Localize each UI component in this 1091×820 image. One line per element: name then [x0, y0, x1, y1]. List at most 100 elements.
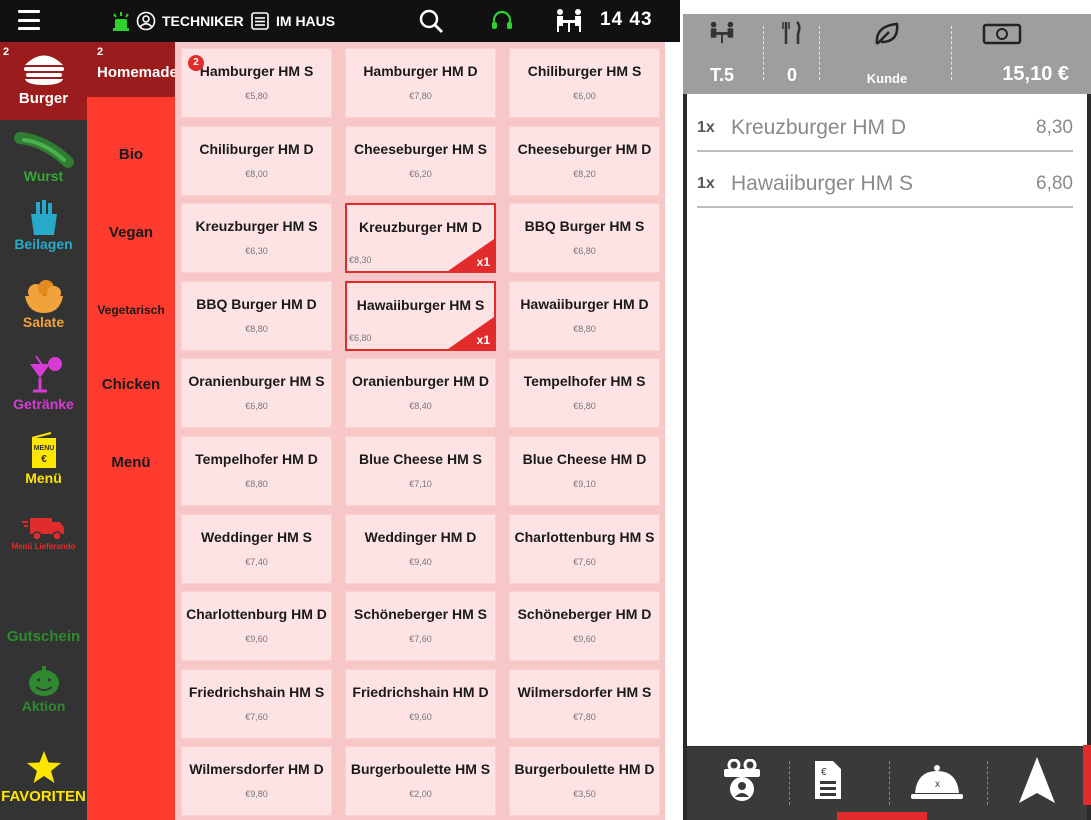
- product-tile[interactable]: Charlottenburg HM S €7,60: [509, 513, 660, 584]
- sausage-icon: [13, 132, 74, 168]
- receipt-button[interactable]: €: [813, 759, 843, 806]
- product-name: Charlottenburg HM D: [186, 606, 327, 623]
- product-tile[interactable]: Chiliburger HM S €6,00: [509, 48, 660, 118]
- product-tile[interactable]: Schöneberger HM S €7,60: [345, 591, 496, 662]
- alarm-light-icon: [113, 12, 129, 31]
- category-label: FAVORITEN: [1, 788, 86, 805]
- product-tile[interactable]: Wilmersdorfer HM D €9,80: [181, 746, 332, 817]
- product-tile[interactable]: Cheeseburger HM D €8,20: [509, 125, 660, 196]
- product-name: Oranienburger HM S: [188, 373, 325, 390]
- product-name: Schöneberger HM D: [517, 606, 652, 623]
- order-item[interactable]: 1x Kreuzburger HM D 8,30: [697, 106, 1073, 152]
- product-name: Wilmersdorfer HM D: [189, 761, 324, 778]
- product-name: Chiliburger HM D: [199, 140, 314, 157]
- product-tile[interactable]: Burgerboulette HM S €2,00: [345, 746, 496, 817]
- product-tile[interactable]: Kreuzburger HM D €8,30 x1: [345, 203, 496, 274]
- product-price: €5,80: [245, 91, 268, 101]
- category-menu[interactable]: MENU € Menü: [0, 432, 87, 502]
- subcategory-label: Menü: [111, 454, 151, 471]
- category-aktion[interactable]: Aktion: [0, 664, 87, 728]
- product-price: €7,60: [573, 556, 596, 567]
- product-tile[interactable]: 2 Hamburger HM S €5,80: [181, 48, 332, 118]
- gift-user-icon: [724, 758, 760, 801]
- send-button[interactable]: [1017, 755, 1057, 812]
- guests-info[interactable]: 0: [767, 18, 817, 92]
- product-tile[interactable]: Schöneberger HM D €9,60: [509, 591, 660, 662]
- category-wurst[interactable]: Wurst: [0, 132, 87, 192]
- product-tile[interactable]: Blue Cheese HM S €7,10: [345, 436, 496, 506]
- product-tile[interactable]: Weddinger HM D €9,40: [345, 513, 496, 584]
- leaf-icon: [875, 22, 899, 45]
- product-tile[interactable]: Weddinger HM S €7,40: [181, 513, 332, 584]
- product-tile[interactable]: Blue Cheese HM D €9,10: [509, 436, 660, 506]
- product-price: €7,80: [409, 91, 432, 101]
- product-tile[interactable]: BBQ Burger HM D €8,80: [181, 280, 332, 351]
- category-label: Wurst: [23, 168, 64, 184]
- product-tile[interactable]: Hawaiiburger HM S €6,80 x1: [345, 280, 496, 351]
- product-tile[interactable]: Oranienburger HM D €8,40: [345, 358, 496, 429]
- product-tile[interactable]: Oranienburger HM S €6,80: [181, 358, 332, 429]
- product-price: €6,20: [409, 168, 432, 179]
- product-tile[interactable]: Tempelhofer HM S €6,80: [509, 358, 660, 429]
- category-menu-lieferando[interactable]: Menü Lieferando: [0, 514, 87, 574]
- product-name: Weddinger HM S: [201, 528, 312, 545]
- order-item[interactable]: 1x Hawaiiburger HM S 6,80: [697, 162, 1073, 208]
- guest-gift-button[interactable]: [721, 758, 763, 808]
- bottom-red-tab[interactable]: [837, 812, 927, 820]
- category-salate[interactable]: Salate: [0, 280, 87, 344]
- product-tile[interactable]: Charlottenburg HM D €9,60: [181, 591, 332, 662]
- product-tile[interactable]: Friedrichshain HM D €9,60: [345, 668, 496, 739]
- product-tile[interactable]: Wilmersdorfer HM S €7,80: [509, 668, 660, 739]
- category-getraenke[interactable]: Getränke: [0, 354, 87, 424]
- product-tile[interactable]: Tempelhofer HM D €8,80: [181, 436, 332, 506]
- side-red-tab[interactable]: [1083, 745, 1091, 805]
- subcategory-label: Bio: [118, 146, 144, 163]
- product-name: Wilmersdorfer HM S: [517, 683, 652, 700]
- product-tile[interactable]: Burgerboulette HM D €3,50: [509, 746, 660, 817]
- subcategory-sidebar: 2 Homemade Bio Vegan Vegetarisch Chicken…: [87, 42, 178, 820]
- dine-in-button[interactable]: IM HAUS: [250, 11, 335, 31]
- headset-icon[interactable]: [490, 10, 514, 37]
- category-burger[interactable]: 2 Burger: [0, 42, 87, 120]
- product-tile[interactable]: Chiliburger HM D €8,00: [181, 125, 332, 196]
- product-name: Hawaiiburger HM S: [356, 296, 485, 313]
- category-gutschein[interactable]: Gutschein: [0, 628, 87, 652]
- category-beilagen[interactable]: Beilagen: [0, 200, 87, 266]
- search-icon[interactable]: [418, 8, 444, 39]
- category-favoriten[interactable]: FAVORITEN: [0, 750, 87, 820]
- product-tile[interactable]: Kreuzburger HM S €6,30: [181, 203, 332, 274]
- product-tile[interactable]: Cheeseburger HM S €6,20: [345, 125, 496, 196]
- product-tile[interactable]: Hawaiiburger HM D €8,80: [509, 280, 660, 351]
- subcategory-badge: 2: [97, 46, 104, 58]
- subcategory-vegan[interactable]: Vegan: [87, 224, 175, 241]
- product-price: €7,60: [409, 634, 432, 645]
- salad-bowl-icon: [24, 280, 63, 313]
- table-info[interactable]: T.5: [683, 18, 761, 92]
- subcategory-bio[interactable]: Bio: [87, 146, 175, 163]
- product-price: €6,30: [245, 246, 268, 257]
- order-item-list: 1x Kreuzburger HM D 8,30 1x Hawaiiburger…: [687, 94, 1087, 746]
- table-guests-icon[interactable]: [554, 8, 584, 39]
- category-label: Salate: [22, 314, 65, 330]
- serve-button[interactable]: x: [909, 763, 965, 806]
- subcategory-vegetarisch[interactable]: Vegetarisch: [87, 303, 175, 317]
- subcategory-homemade[interactable]: 2 Homemade: [87, 42, 178, 97]
- technician-button[interactable]: TECHNIKER: [112, 11, 244, 31]
- product-tile[interactable]: BBQ Burger HM S €6,80: [509, 203, 660, 274]
- order-item-qty: 1x: [697, 175, 715, 192]
- cocktail-icon: [29, 355, 62, 393]
- product-name: Burgerboulette HM S: [350, 761, 491, 778]
- customer-info[interactable]: Kunde: [823, 18, 951, 92]
- total-info[interactable]: 15,10 €: [953, 18, 1091, 92]
- product-tile[interactable]: Hamburger HM D €7,80: [345, 48, 496, 118]
- subcategory-chicken[interactable]: Chicken: [87, 376, 175, 393]
- subcategory-menu[interactable]: Menü: [87, 454, 175, 471]
- customer-label: Kunde: [866, 71, 908, 86]
- product-name: Kreuzburger HM D: [359, 219, 482, 236]
- product-tile[interactable]: Friedrichshain HM S €7,60: [181, 668, 332, 739]
- hamburger-menu-icon[interactable]: [18, 10, 40, 30]
- product-name: BBQ Burger HM D: [196, 295, 317, 312]
- product-price: €9,60: [573, 634, 596, 645]
- product-price: €8,00: [245, 168, 268, 179]
- top-bar: TECHNIKER IM HAUS 14 43: [0, 0, 680, 42]
